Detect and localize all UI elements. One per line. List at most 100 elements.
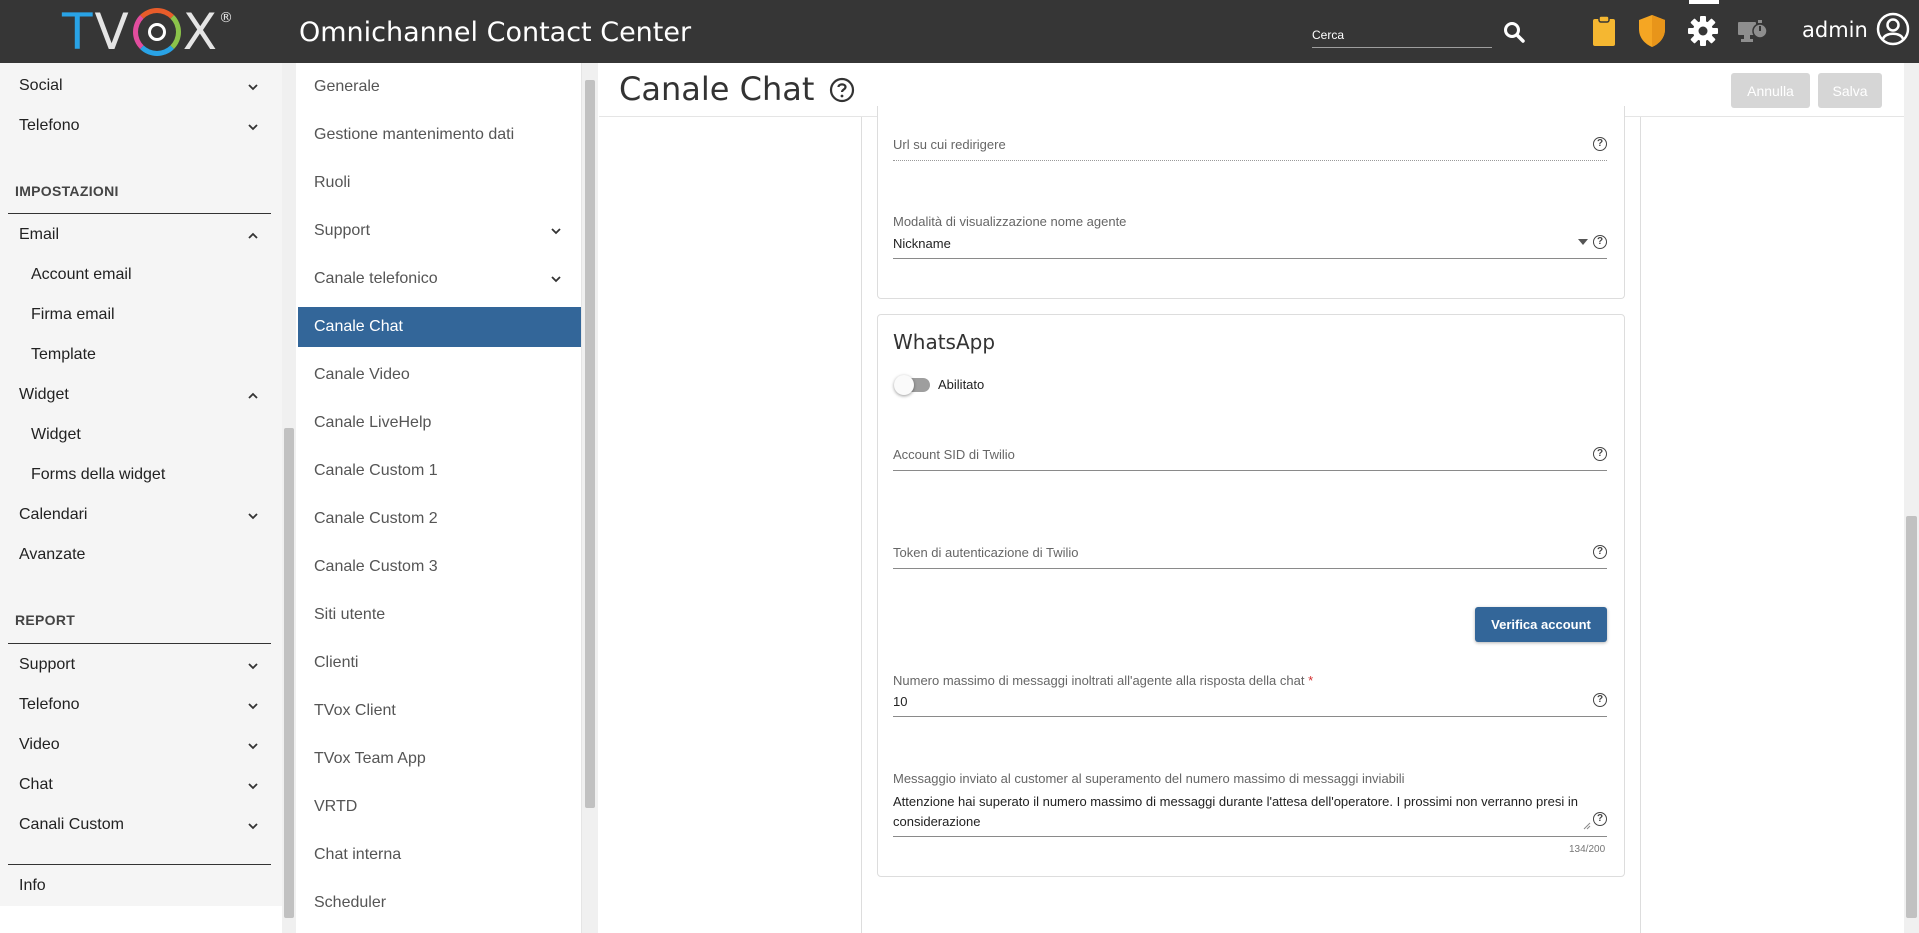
help-icon[interactable] xyxy=(829,77,855,103)
nav-calendari[interactable]: Calendari xyxy=(19,506,87,524)
nav-widget-sub[interactable]: Widget xyxy=(31,426,81,444)
active-tab-marker xyxy=(1689,0,1719,4)
menu-vrtd[interactable]: VRTD xyxy=(298,787,581,827)
whatsapp-title: WhatsApp xyxy=(893,330,996,354)
page-title: Canale Chat xyxy=(619,70,855,108)
nav-template[interactable]: Template xyxy=(31,346,96,364)
nav-firma-email[interactable]: Firma email xyxy=(31,306,115,324)
menu-tvox-team-app[interactable]: TVox Team App xyxy=(298,739,581,779)
save-button[interactable]: Salva xyxy=(1818,73,1882,108)
help-icon[interactable]: ? xyxy=(1593,545,1607,559)
search-icon[interactable] xyxy=(1502,20,1526,44)
chevron-down-icon xyxy=(551,276,561,283)
chevron-down-icon[interactable] xyxy=(248,781,258,791)
chevron-down-icon[interactable] xyxy=(248,122,258,132)
help-icon[interactable]: ? xyxy=(1593,447,1607,461)
monitor-timer-icon[interactable] xyxy=(1737,18,1769,44)
url-redirect-input[interactable] xyxy=(893,160,1607,161)
chevron-down-icon[interactable] xyxy=(248,511,258,521)
logo-o-icon xyxy=(132,7,181,56)
menu-gestione-dati[interactable]: Gestione mantenimento dati xyxy=(298,115,581,155)
help-icon[interactable]: ? xyxy=(1593,235,1607,249)
chevron-up-icon[interactable] xyxy=(248,231,258,241)
logo-registered: ® xyxy=(219,10,236,26)
nav-forms-widget[interactable]: Forms della widget xyxy=(31,466,165,484)
menu-scrollbar-thumb[interactable] xyxy=(585,80,595,808)
menu-tvox-client[interactable]: TVox Client xyxy=(298,691,581,731)
menu-support-label: Support xyxy=(314,222,371,239)
user-name[interactable]: admin xyxy=(1802,18,1868,42)
shield-icon[interactable] xyxy=(1637,14,1667,48)
menu-canale-custom-1[interactable]: Canale Custom 1 xyxy=(298,451,581,491)
menu-clienti[interactable]: Clienti xyxy=(298,643,581,683)
gear-icon[interactable] xyxy=(1687,15,1719,47)
help-icon[interactable]: ? xyxy=(1593,812,1607,826)
max-messages-input[interactable]: 10 xyxy=(893,694,907,709)
dropdown-arrow-icon[interactable] xyxy=(1578,239,1588,245)
nav-social[interactable]: Social xyxy=(19,77,63,95)
chevron-down-icon[interactable] xyxy=(248,701,258,711)
section-divider xyxy=(8,213,271,214)
chevron-up-icon[interactable] xyxy=(248,391,258,401)
toggle-knob xyxy=(894,375,914,395)
url-redirect-label: Url su cui redirigere xyxy=(893,137,1006,152)
page-title-text: Canale Chat xyxy=(619,70,815,108)
cancel-button[interactable]: Annulla xyxy=(1731,73,1810,108)
menu-canale-chat[interactable]: Canale Chat xyxy=(298,307,581,347)
section-divider xyxy=(8,864,271,865)
menu-ruoli[interactable]: Ruoli xyxy=(298,163,581,203)
exceed-message-textarea[interactable]: Attenzione hai superato il numero massim… xyxy=(893,792,1593,832)
agent-name-mode-label: Modalità di visualizzazione nome agente xyxy=(893,214,1127,229)
chevron-down-icon[interactable] xyxy=(248,741,258,751)
nav-email[interactable]: Email xyxy=(19,226,59,244)
user-avatar-icon[interactable] xyxy=(1876,12,1910,46)
char-counter: 134/200 xyxy=(1569,844,1606,855)
help-icon[interactable]: ? xyxy=(1593,693,1607,707)
twilio-sid-input[interactable] xyxy=(893,470,1607,471)
clipboard-icon[interactable] xyxy=(1592,14,1616,48)
nav-report-support[interactable]: Support xyxy=(19,656,75,674)
nav-report-telefono[interactable]: Telefono xyxy=(19,696,80,714)
menu-support[interactable]: Support xyxy=(298,211,581,251)
nav-avanzate[interactable]: Avanzate xyxy=(19,546,85,564)
nav-report-canali-custom[interactable]: Canali Custom xyxy=(19,816,124,834)
nav-info[interactable]: Info xyxy=(19,877,46,895)
chat-settings-card xyxy=(877,106,1625,299)
search-input[interactable] xyxy=(1312,22,1492,48)
menu-canale-video[interactable]: Canale Video xyxy=(298,355,581,395)
menu-siti-utente[interactable]: Siti utente xyxy=(298,595,581,635)
nav-report-video[interactable]: Video xyxy=(19,736,60,754)
menu-scheduler[interactable]: Scheduler xyxy=(298,883,581,923)
max-messages-label-text: Numero massimo di messaggi inoltrati all… xyxy=(893,673,1305,688)
agent-name-mode-select[interactable]: Nickname xyxy=(893,236,951,251)
nav-report-chat[interactable]: Chat xyxy=(19,776,53,794)
top-bar: TVX® Omnichannel Contact Center admin xyxy=(0,0,1919,63)
twilio-sid-label: Account SID di Twilio xyxy=(893,447,1015,462)
whatsapp-enabled-toggle[interactable] xyxy=(894,375,930,395)
chevron-down-icon[interactable] xyxy=(248,821,258,831)
logo-letter-x: X xyxy=(182,3,220,61)
twilio-token-input[interactable] xyxy=(893,568,1607,569)
menu-canale-telefonico[interactable]: Canale telefonico xyxy=(298,259,581,299)
max-messages-label: Numero massimo di messaggi inoltrati all… xyxy=(893,673,1313,688)
menu-canale-telefonico-label: Canale telefonico xyxy=(314,270,438,287)
verify-account-button[interactable]: Verifica account xyxy=(1475,607,1607,642)
nav-account-email[interactable]: Account email xyxy=(31,266,132,284)
chevron-down-icon[interactable] xyxy=(248,661,258,671)
menu-chat-interna[interactable]: Chat interna xyxy=(298,835,581,875)
chevron-down-icon[interactable] xyxy=(248,82,258,92)
menu-canale-livehelp[interactable]: Canale LiveHelp xyxy=(298,403,581,443)
logo-letter-t: T xyxy=(62,3,95,61)
menu-canale-custom-2[interactable]: Canale Custom 2 xyxy=(298,499,581,539)
resize-handle-icon[interactable] xyxy=(1583,822,1591,830)
menu-generale[interactable]: Generale xyxy=(298,67,581,107)
app-title: Omnichannel Contact Center xyxy=(299,17,692,48)
nav-telefono[interactable]: Telefono xyxy=(19,117,80,135)
left-scrollbar-thumb[interactable] xyxy=(284,428,294,918)
max-messages-underline xyxy=(893,716,1607,717)
menu-canale-custom-3[interactable]: Canale Custom 3 xyxy=(298,547,581,587)
help-icon[interactable]: ? xyxy=(1593,137,1607,151)
content-scrollbar-thumb[interactable] xyxy=(1906,516,1917,918)
nav-widget[interactable]: Widget xyxy=(19,386,69,404)
chevron-down-icon xyxy=(551,228,561,235)
